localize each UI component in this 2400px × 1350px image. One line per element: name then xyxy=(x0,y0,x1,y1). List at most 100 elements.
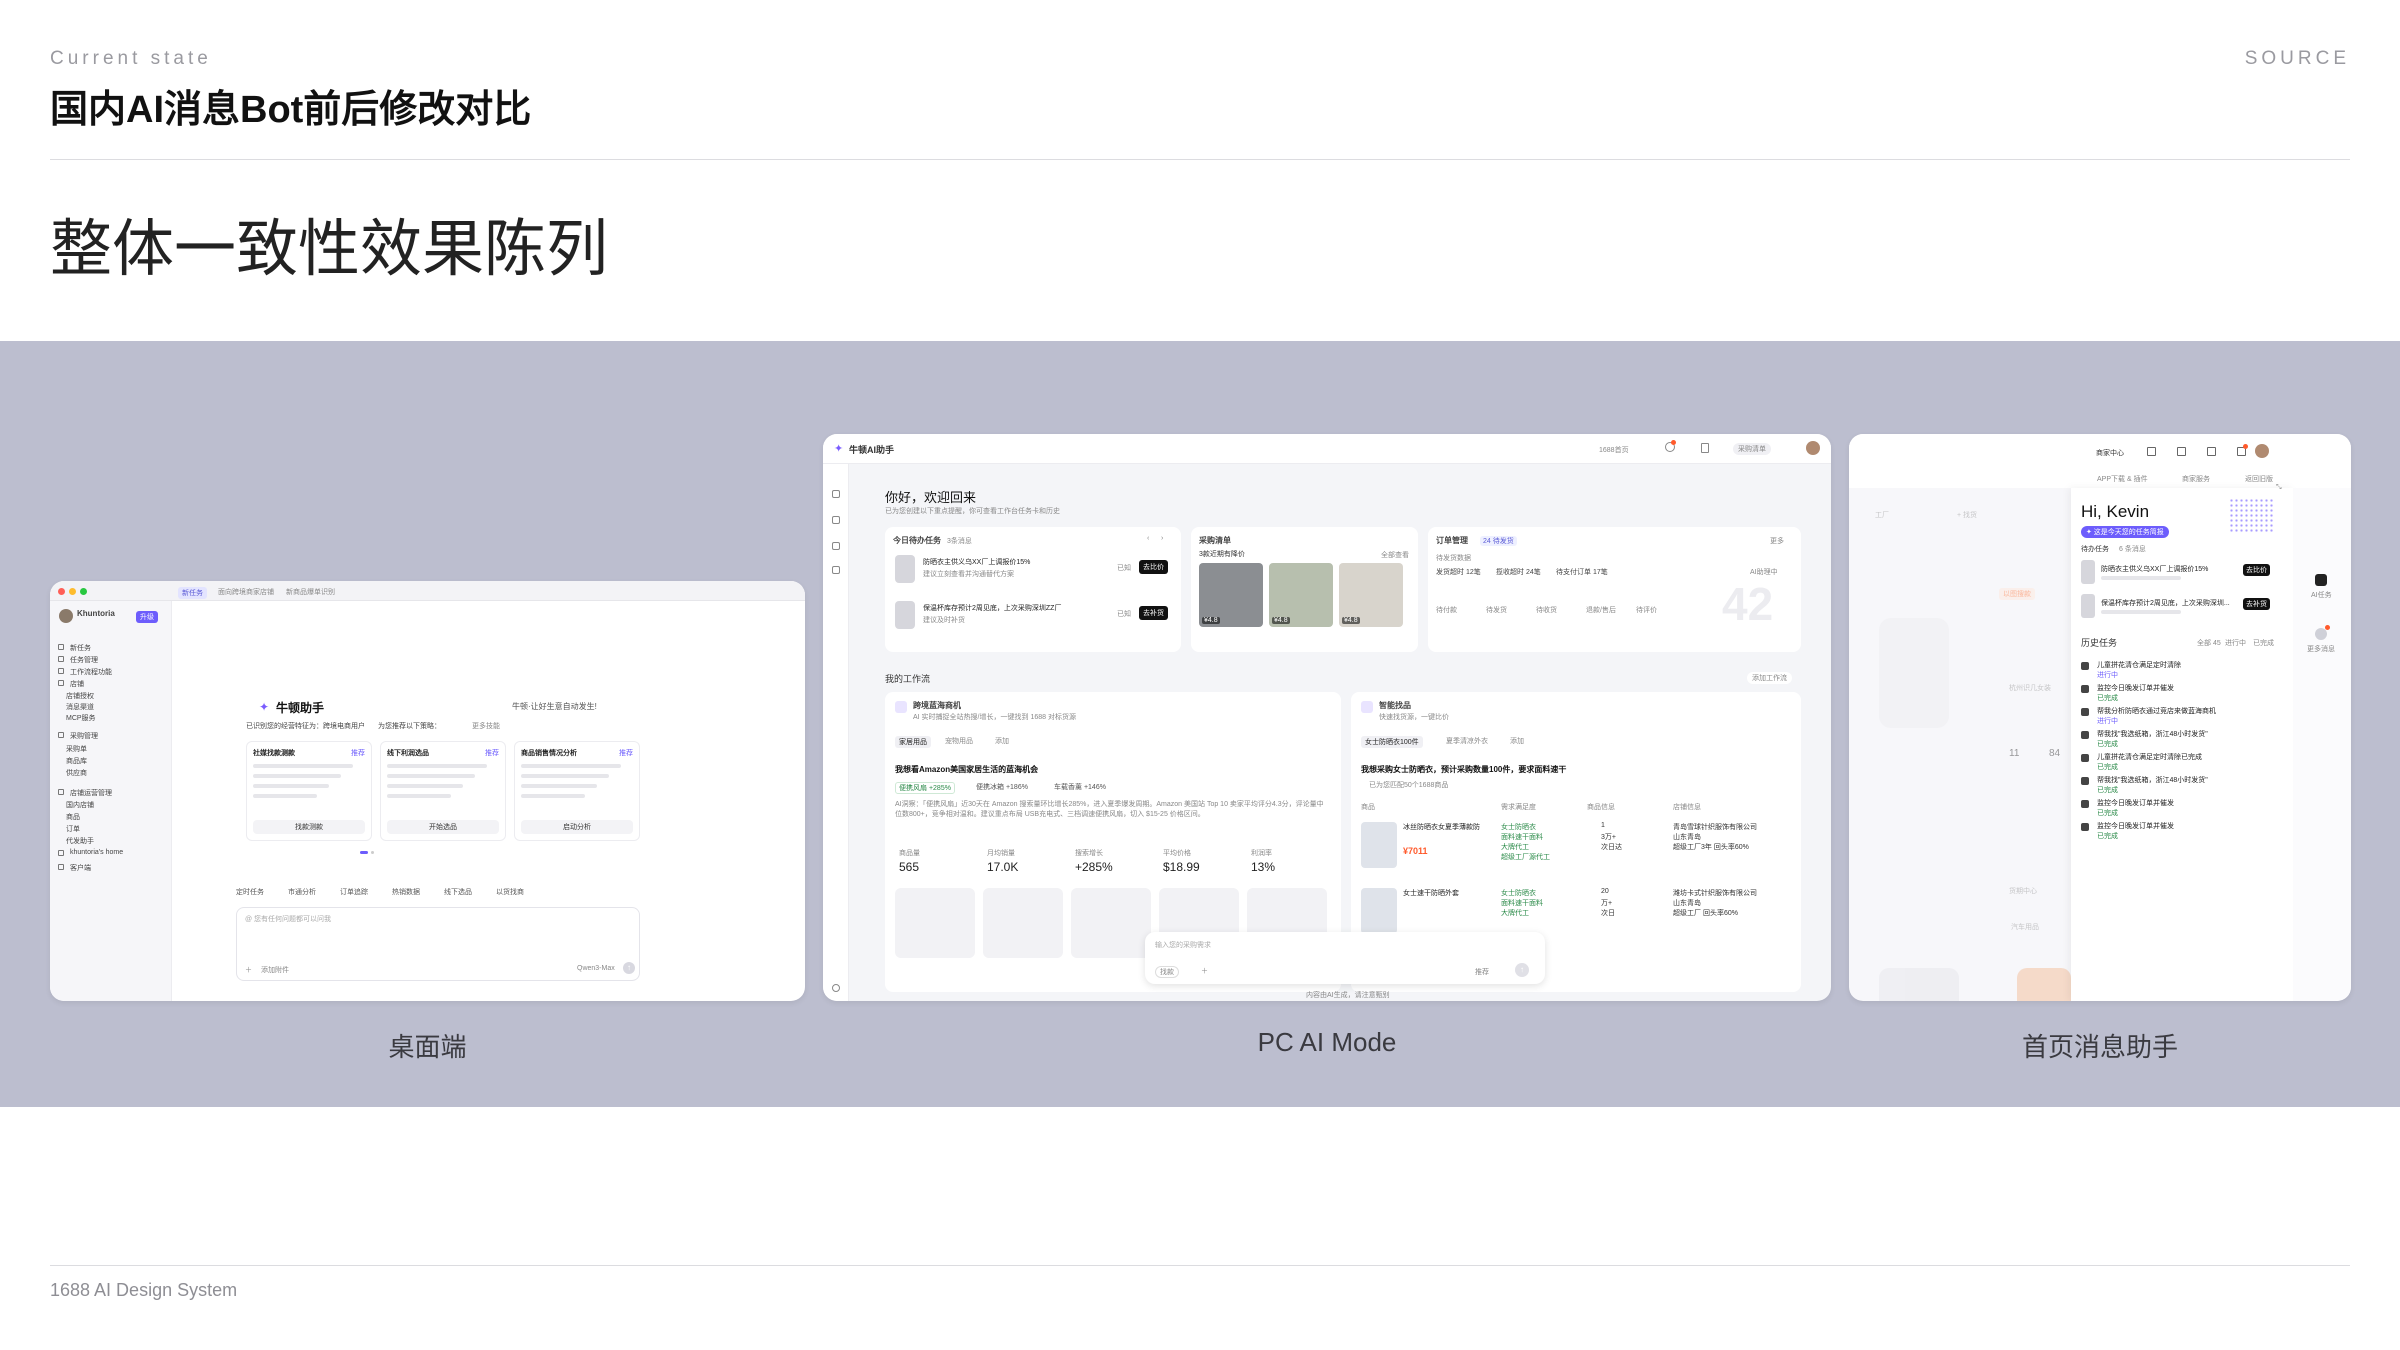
strategy-card[interactable]: 线下利润选品 推荐 开始选品 xyxy=(380,741,506,841)
avatar[interactable] xyxy=(1806,441,1820,455)
product-name[interactable]: 冰丝防晒衣女夏季薄款防 xyxy=(1403,822,1480,832)
clipboard-icon[interactable] xyxy=(1701,443,1709,453)
carousel-dot[interactable] xyxy=(371,851,374,854)
history-item[interactable]: 帮我找"我选纸箱，浙江48小时发货" xyxy=(2097,775,2208,785)
flow-tab[interactable]: 添加 xyxy=(995,736,1009,746)
sidebar-item[interactable]: 订单 xyxy=(66,824,80,834)
strategy-card[interactable]: 商品销售情况分析 推荐 启动分析 xyxy=(514,741,640,841)
flow-tab[interactable]: 宠物用品 xyxy=(945,736,973,746)
sidebar-item[interactable]: 商品库 xyxy=(66,756,87,766)
prev-icon[interactable]: ‹ xyxy=(1147,535,1149,542)
cart-icon[interactable] xyxy=(2177,447,2186,456)
model-selector[interactable]: Qwen3-Max xyxy=(577,965,615,972)
todo-action-button[interactable]: 去补货 xyxy=(1139,606,1168,620)
purchase-list-link[interactable]: 采购清单 xyxy=(1733,443,1771,455)
store-icon[interactable] xyxy=(2147,447,2156,456)
history-item[interactable]: 儿童拼花清仓满足定时清除 xyxy=(2097,660,2181,670)
trend-pill[interactable]: 车载香薰 +146% xyxy=(1051,782,1109,792)
sidebar-item[interactable]: 店铺 xyxy=(70,679,84,689)
carousel-dot-active[interactable] xyxy=(360,851,368,854)
pc-chat-input[interactable]: 输入您的采购需求 找款 ＋ 推荐 ↑ xyxy=(1145,932,1545,984)
purchase-more-link[interactable]: 全部查看 xyxy=(1381,550,1409,560)
back-old-version-link[interactable]: 返回旧版 xyxy=(2245,474,2273,484)
home-link[interactable]: 1688首页 xyxy=(1599,445,1629,455)
order-status-label[interactable]: 退款/售后 xyxy=(1586,605,1616,615)
quick-chip[interactable]: 以货找商 xyxy=(496,887,524,897)
quick-chip[interactable]: 市通分析 xyxy=(288,887,316,897)
sidebar-item[interactable]: 消息渠道 xyxy=(66,702,94,712)
product-image[interactable] xyxy=(1071,888,1151,958)
orders-more-link[interactable]: 更多 xyxy=(1770,536,1784,546)
product-image[interactable]: ¥4.8 xyxy=(1199,563,1263,627)
merchant-service-menu[interactable]: 商家服务 xyxy=(2182,474,2210,484)
upgrade-badge[interactable]: 升级 xyxy=(136,611,158,623)
sidebar-item[interactable]: 工作流程功能 xyxy=(70,667,112,677)
sidebar-item[interactable]: 新任务 xyxy=(70,643,91,653)
quick-chip[interactable]: 定时任务 xyxy=(236,887,264,897)
message-icon[interactable] xyxy=(832,566,840,574)
order-status-label[interactable]: 待收货 xyxy=(1536,605,1557,615)
history-item[interactable]: 监控今日晚发订单并催发 xyxy=(2097,683,2174,693)
send-icon[interactable]: ↑ xyxy=(623,962,635,974)
history-icon[interactable] xyxy=(832,542,840,550)
home-todo-action[interactable]: 去补货 xyxy=(2243,598,2270,610)
flow-tab[interactable]: 女士防晒衣100件 xyxy=(1361,736,1423,748)
todo-action-button[interactable]: 去比价 xyxy=(1139,560,1168,574)
sidebar-item[interactable]: 供应商 xyxy=(66,768,87,778)
trend-pill[interactable]: 便携风扇 +285% xyxy=(895,782,955,794)
order-status-label[interactable]: 待发货 xyxy=(1486,605,1507,615)
quick-chip[interactable]: 订单追踪 xyxy=(340,887,368,897)
sidebar-item[interactable]: 采购管理 xyxy=(70,731,98,741)
merchant-center-link[interactable]: 商家中心 xyxy=(2096,448,2124,458)
more-messages-icon[interactable] xyxy=(2315,628,2327,640)
collapse-icon[interactable]: ⤡ xyxy=(2276,484,2282,492)
product-image[interactable] xyxy=(1361,888,1397,934)
close-dot-icon[interactable] xyxy=(58,588,65,595)
add-workflow-button[interactable]: 添加工作流 xyxy=(1747,672,1792,684)
history-filter-tab[interactable]: 已完成 xyxy=(2253,638,2274,648)
avatar[interactable] xyxy=(2255,444,2269,458)
product-image[interactable] xyxy=(895,888,975,958)
home-todo-action[interactable]: 去比价 xyxy=(2243,564,2270,576)
sidebar-item[interactable]: 代发助手 xyxy=(66,836,94,846)
sidebar-item[interactable]: 店铺授权 xyxy=(66,691,94,701)
app-download-menu[interactable]: APP下载 & 插件 xyxy=(2097,474,2148,484)
quick-chip[interactable]: 线下选品 xyxy=(444,887,472,897)
strategy-card-action[interactable]: 开始选品 xyxy=(387,820,499,834)
sidebar-item[interactable]: khuntoria's home xyxy=(70,849,123,856)
sidebar-item[interactable]: 客户端 xyxy=(70,863,91,873)
history-item[interactable]: 监控今日晚发订单并催发 xyxy=(2097,798,2174,808)
order-status-label[interactable]: 待评价 xyxy=(1636,605,1657,615)
flow-tab[interactable]: 夏季清凉外衣 xyxy=(1446,736,1488,746)
strategy-card-action[interactable]: 启动分析 xyxy=(521,820,633,834)
history-item[interactable]: 监控今日晚发订单并催发 xyxy=(2097,821,2174,831)
product-image[interactable]: ¥4.8 xyxy=(1339,563,1403,627)
history-filter-tab[interactable]: 全部 45 xyxy=(2197,638,2221,648)
trend-pill[interactable]: 便携冰箱 +186% xyxy=(973,782,1031,792)
maximize-dot-icon[interactable] xyxy=(80,588,87,595)
history-item[interactable]: 帮我分析防晒衣通过竞店来做蓝海商机 xyxy=(2097,706,2216,716)
plus-icon[interactable]: ＋ xyxy=(1201,966,1208,976)
avatar[interactable] xyxy=(59,609,73,623)
product-image[interactable] xyxy=(1361,822,1397,868)
more-skills-link[interactable]: 更多技能 xyxy=(472,721,500,731)
chat-icon[interactable] xyxy=(832,516,840,524)
send-icon[interactable]: ↑ xyxy=(1515,963,1529,977)
tab-crossborder[interactable]: 面向跨境商家店铺 xyxy=(218,587,274,597)
order-status-label[interactable]: 待付款 xyxy=(1436,605,1457,615)
tab-hot-items[interactable]: 新商品爆单识别 xyxy=(286,587,335,597)
minimize-dot-icon[interactable] xyxy=(69,588,76,595)
sidebar-item[interactable]: 任务管理 xyxy=(70,655,98,665)
strategy-card-action[interactable]: 找款测款 xyxy=(253,820,365,834)
tab-new-task[interactable]: 新任务 xyxy=(178,587,207,599)
ai-task-icon[interactable] xyxy=(2315,574,2327,586)
settings-icon[interactable] xyxy=(832,984,840,992)
history-item[interactable]: 帮我找"我选纸箱，浙江48小时发货" xyxy=(2097,729,2208,739)
history-item[interactable]: 儿童拼花清仓满足定时清除已完成 xyxy=(2097,752,2202,762)
sidebar-toggle-icon[interactable] xyxy=(832,490,840,498)
chat-input-box[interactable]: @ 您有任何问题都可以问我 ＋ 添加附件 Qwen3-Max ↑ xyxy=(236,907,640,981)
attach-button[interactable]: 添加附件 xyxy=(261,965,289,975)
history-filter-tab[interactable]: 进行中 xyxy=(2225,638,2246,648)
flow-tab[interactable]: 家居用品 xyxy=(895,736,931,748)
product-image[interactable]: ¥4.8 xyxy=(1269,563,1333,627)
